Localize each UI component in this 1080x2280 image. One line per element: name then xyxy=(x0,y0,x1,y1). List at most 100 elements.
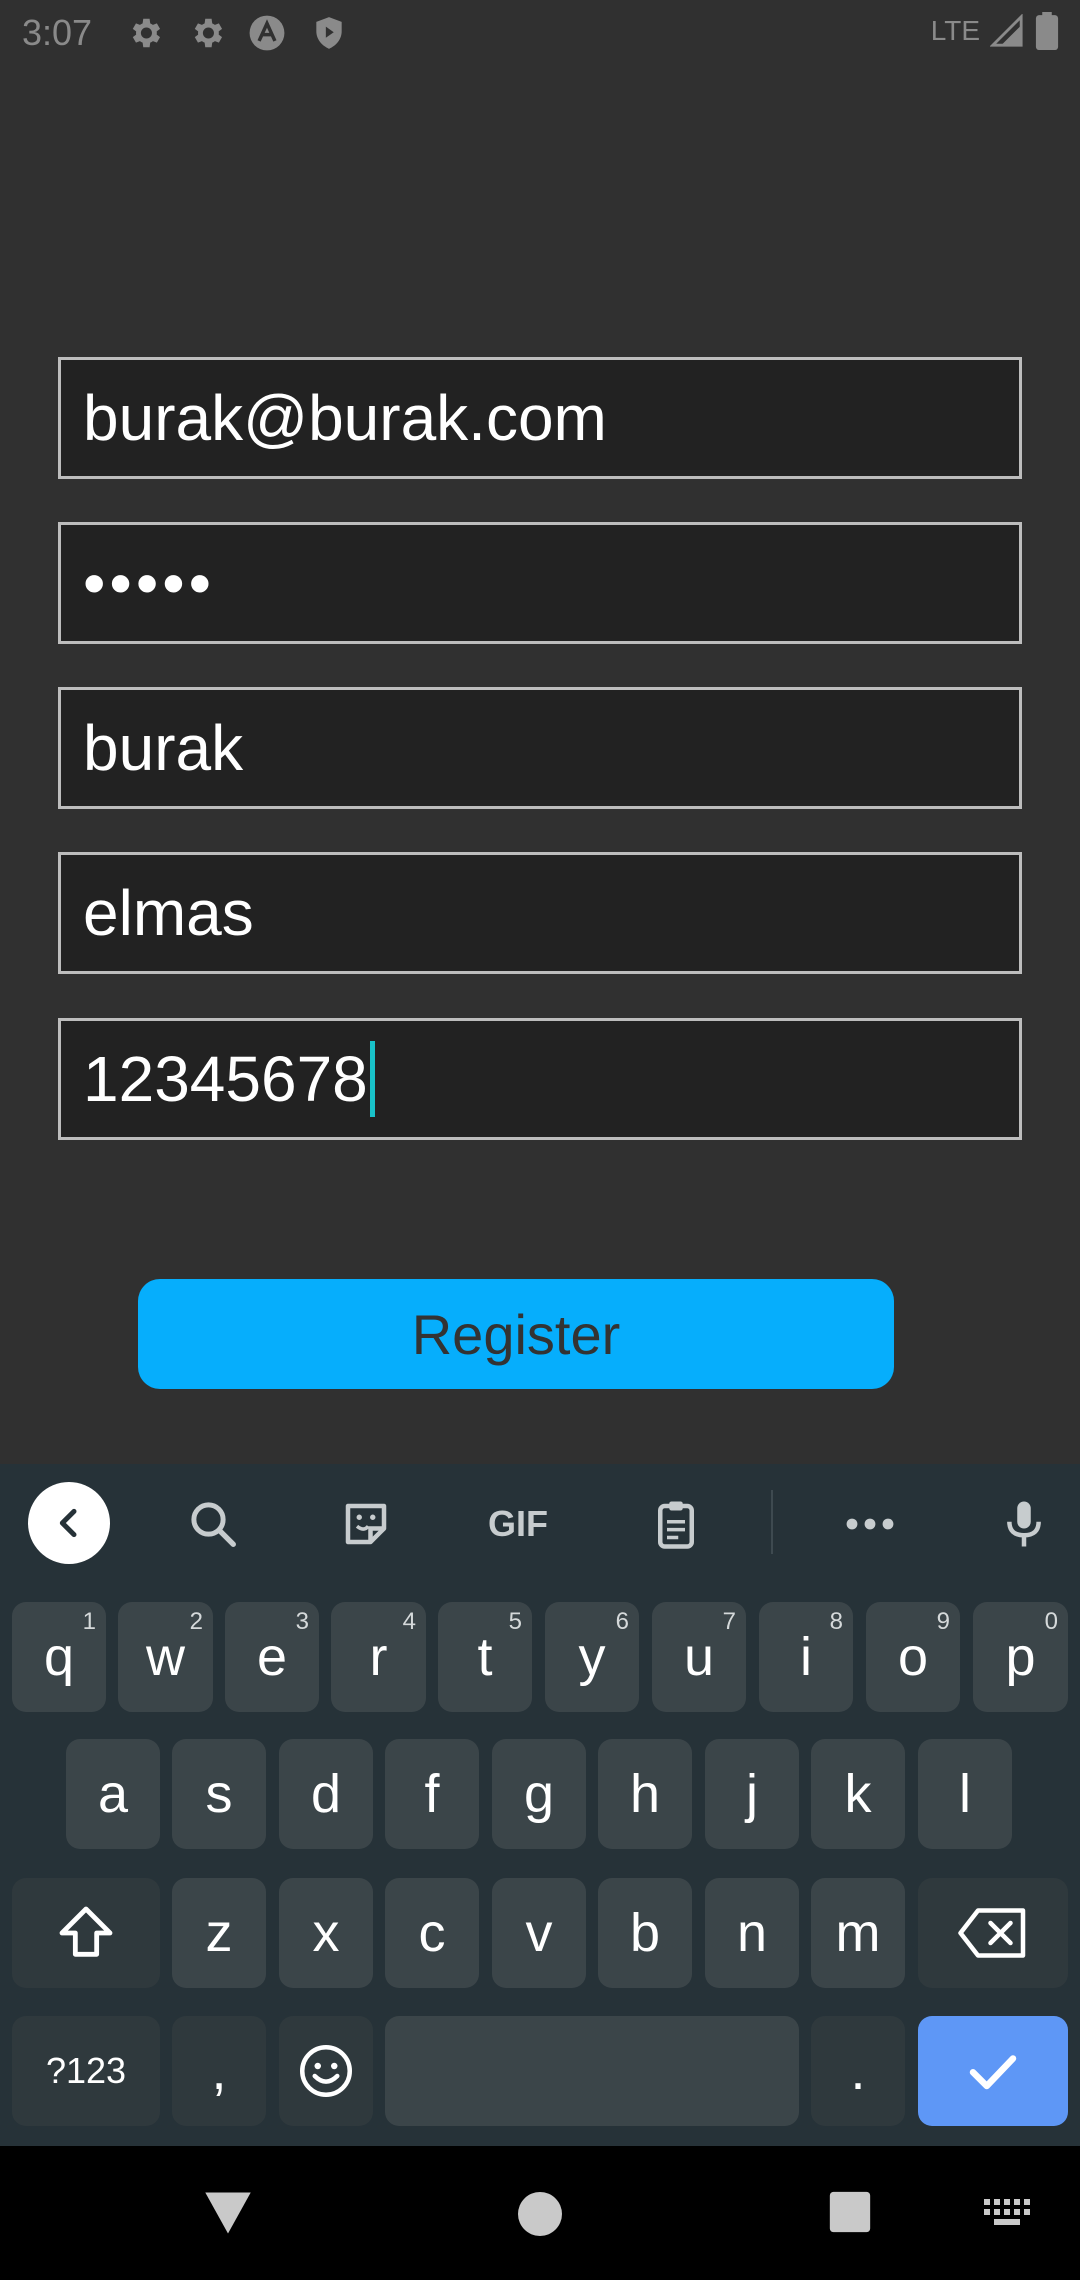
network-type: LTE xyxy=(930,15,980,46)
key-label: s xyxy=(205,1764,233,1824)
email-field[interactable]: burak@burak.com xyxy=(58,357,1022,479)
key-z[interactable]: z xyxy=(172,1878,266,1988)
comma-key[interactable]: , xyxy=(172,2016,266,2126)
phone-field[interactable]: 12345678 xyxy=(58,1018,1022,1140)
key-e[interactable]: e3 xyxy=(225,1602,319,1712)
back-icon[interactable] xyxy=(28,1482,110,1564)
key-a[interactable]: a xyxy=(66,1739,160,1849)
key-i[interactable]: i8 xyxy=(759,1602,853,1712)
key-t[interactable]: t5 xyxy=(438,1602,532,1712)
key-label: l xyxy=(959,1764,971,1824)
key-label: x xyxy=(312,1903,340,1963)
key-label: m xyxy=(835,1903,881,1963)
email-value: burak@burak.com xyxy=(83,382,607,454)
key-label: y xyxy=(578,1627,606,1687)
gif-button[interactable]: GIF xyxy=(478,1484,558,1564)
more-icon[interactable] xyxy=(830,1484,910,1564)
key-v[interactable]: v xyxy=(492,1878,586,1988)
text-cursor xyxy=(369,1041,375,1117)
key-p[interactable]: p0 xyxy=(973,1602,1068,1712)
keyboard: GIF q1 w2 e3 r4 t5 y6 u7 i8 o9 p0 a s d … xyxy=(0,1464,1080,2146)
status-time: 3:07 xyxy=(22,12,93,53)
shift-icon xyxy=(59,1906,113,1957)
key-c[interactable]: c xyxy=(385,1878,479,1988)
key-label: r xyxy=(369,1627,388,1687)
space-key[interactable] xyxy=(385,2016,799,2126)
register-button[interactable]: Register xyxy=(138,1279,894,1389)
key-label: o xyxy=(897,1627,929,1687)
password-value: ••••• xyxy=(83,547,216,619)
key-label: f xyxy=(424,1764,440,1824)
key-u[interactable]: u7 xyxy=(652,1602,746,1712)
clipboard-icon[interactable] xyxy=(636,1484,716,1564)
emoji-key[interactable] xyxy=(279,2016,373,2126)
home-nav-icon[interactable] xyxy=(516,2190,564,2238)
key-y[interactable]: y6 xyxy=(545,1602,639,1712)
sticker-icon[interactable] xyxy=(326,1484,406,1564)
key-h[interactable]: h xyxy=(598,1739,692,1849)
key-label: b xyxy=(629,1903,661,1963)
key-q[interactable]: q1 xyxy=(12,1602,106,1712)
key-x[interactable]: x xyxy=(279,1878,373,1988)
toolbar-divider xyxy=(771,1490,773,1554)
key-l[interactable]: l xyxy=(918,1739,1012,1849)
shift-key[interactable] xyxy=(12,1878,160,1988)
key-hint: 0 xyxy=(1044,1608,1058,1635)
key-b[interactable]: b xyxy=(598,1878,692,1988)
key-m[interactable]: m xyxy=(811,1878,905,1988)
shield-icon xyxy=(316,17,342,49)
key-label: h xyxy=(629,1764,661,1824)
key-n[interactable]: n xyxy=(705,1878,799,1988)
key-w[interactable]: w2 xyxy=(118,1602,213,1712)
last-name-value: elmas xyxy=(83,877,254,949)
key-hint: 8 xyxy=(829,1608,843,1635)
status-right: LTE xyxy=(931,12,1060,50)
key-label: p xyxy=(1005,1627,1036,1687)
key-label: e xyxy=(256,1627,288,1687)
symbols-key[interactable]: ?123 xyxy=(12,2016,160,2126)
key-label: , xyxy=(211,2041,227,2101)
navigation-bar xyxy=(0,2146,1080,2280)
app-a-icon xyxy=(249,15,285,51)
enter-key[interactable] xyxy=(918,2016,1068,2126)
key-label: g xyxy=(523,1764,555,1824)
key-r[interactable]: r4 xyxy=(331,1602,426,1712)
key-hint: 2 xyxy=(189,1608,203,1635)
key-o[interactable]: o9 xyxy=(866,1602,960,1712)
key-hint: 4 xyxy=(402,1608,416,1635)
first-name-value: burak xyxy=(83,712,244,784)
backspace-key[interactable] xyxy=(918,1878,1068,1988)
last-name-field[interactable]: elmas xyxy=(58,852,1022,974)
key-label: . xyxy=(850,2041,866,2101)
emoji-icon xyxy=(300,2045,352,2097)
key-label: c xyxy=(418,1903,446,1963)
signal-icon xyxy=(990,14,1023,47)
search-icon[interactable] xyxy=(173,1484,253,1564)
key-d[interactable]: d xyxy=(279,1739,373,1849)
key-label: v xyxy=(525,1903,553,1963)
keyboard-switch-icon[interactable] xyxy=(984,2198,1032,2228)
keyboard-toolbar: GIF xyxy=(0,1464,1080,1582)
key-f[interactable]: f xyxy=(385,1739,479,1849)
key-label: j xyxy=(746,1764,758,1824)
back-nav-icon[interactable] xyxy=(200,2188,256,2238)
period-key[interactable]: . xyxy=(811,2016,905,2126)
mic-icon[interactable] xyxy=(984,1484,1064,1564)
recents-nav-icon[interactable] xyxy=(828,2190,872,2234)
key-s[interactable]: s xyxy=(172,1739,266,1849)
phone-value: 12345678 xyxy=(83,1043,368,1115)
key-label: a xyxy=(97,1764,129,1824)
gif-label: GIF xyxy=(488,1503,548,1544)
key-hint: 5 xyxy=(508,1608,522,1635)
key-k[interactable]: k xyxy=(811,1739,905,1849)
key-label: d xyxy=(310,1764,342,1824)
key-hint: 7 xyxy=(722,1608,736,1635)
key-j[interactable]: j xyxy=(705,1739,799,1849)
password-field[interactable]: ••••• xyxy=(58,522,1022,644)
first-name-field[interactable]: burak xyxy=(58,687,1022,809)
key-label: ?123 xyxy=(45,2050,127,2091)
battery-icon xyxy=(1035,12,1059,50)
key-hint: 1 xyxy=(82,1608,96,1635)
key-g[interactable]: g xyxy=(492,1739,586,1849)
key-label: k xyxy=(844,1764,872,1824)
